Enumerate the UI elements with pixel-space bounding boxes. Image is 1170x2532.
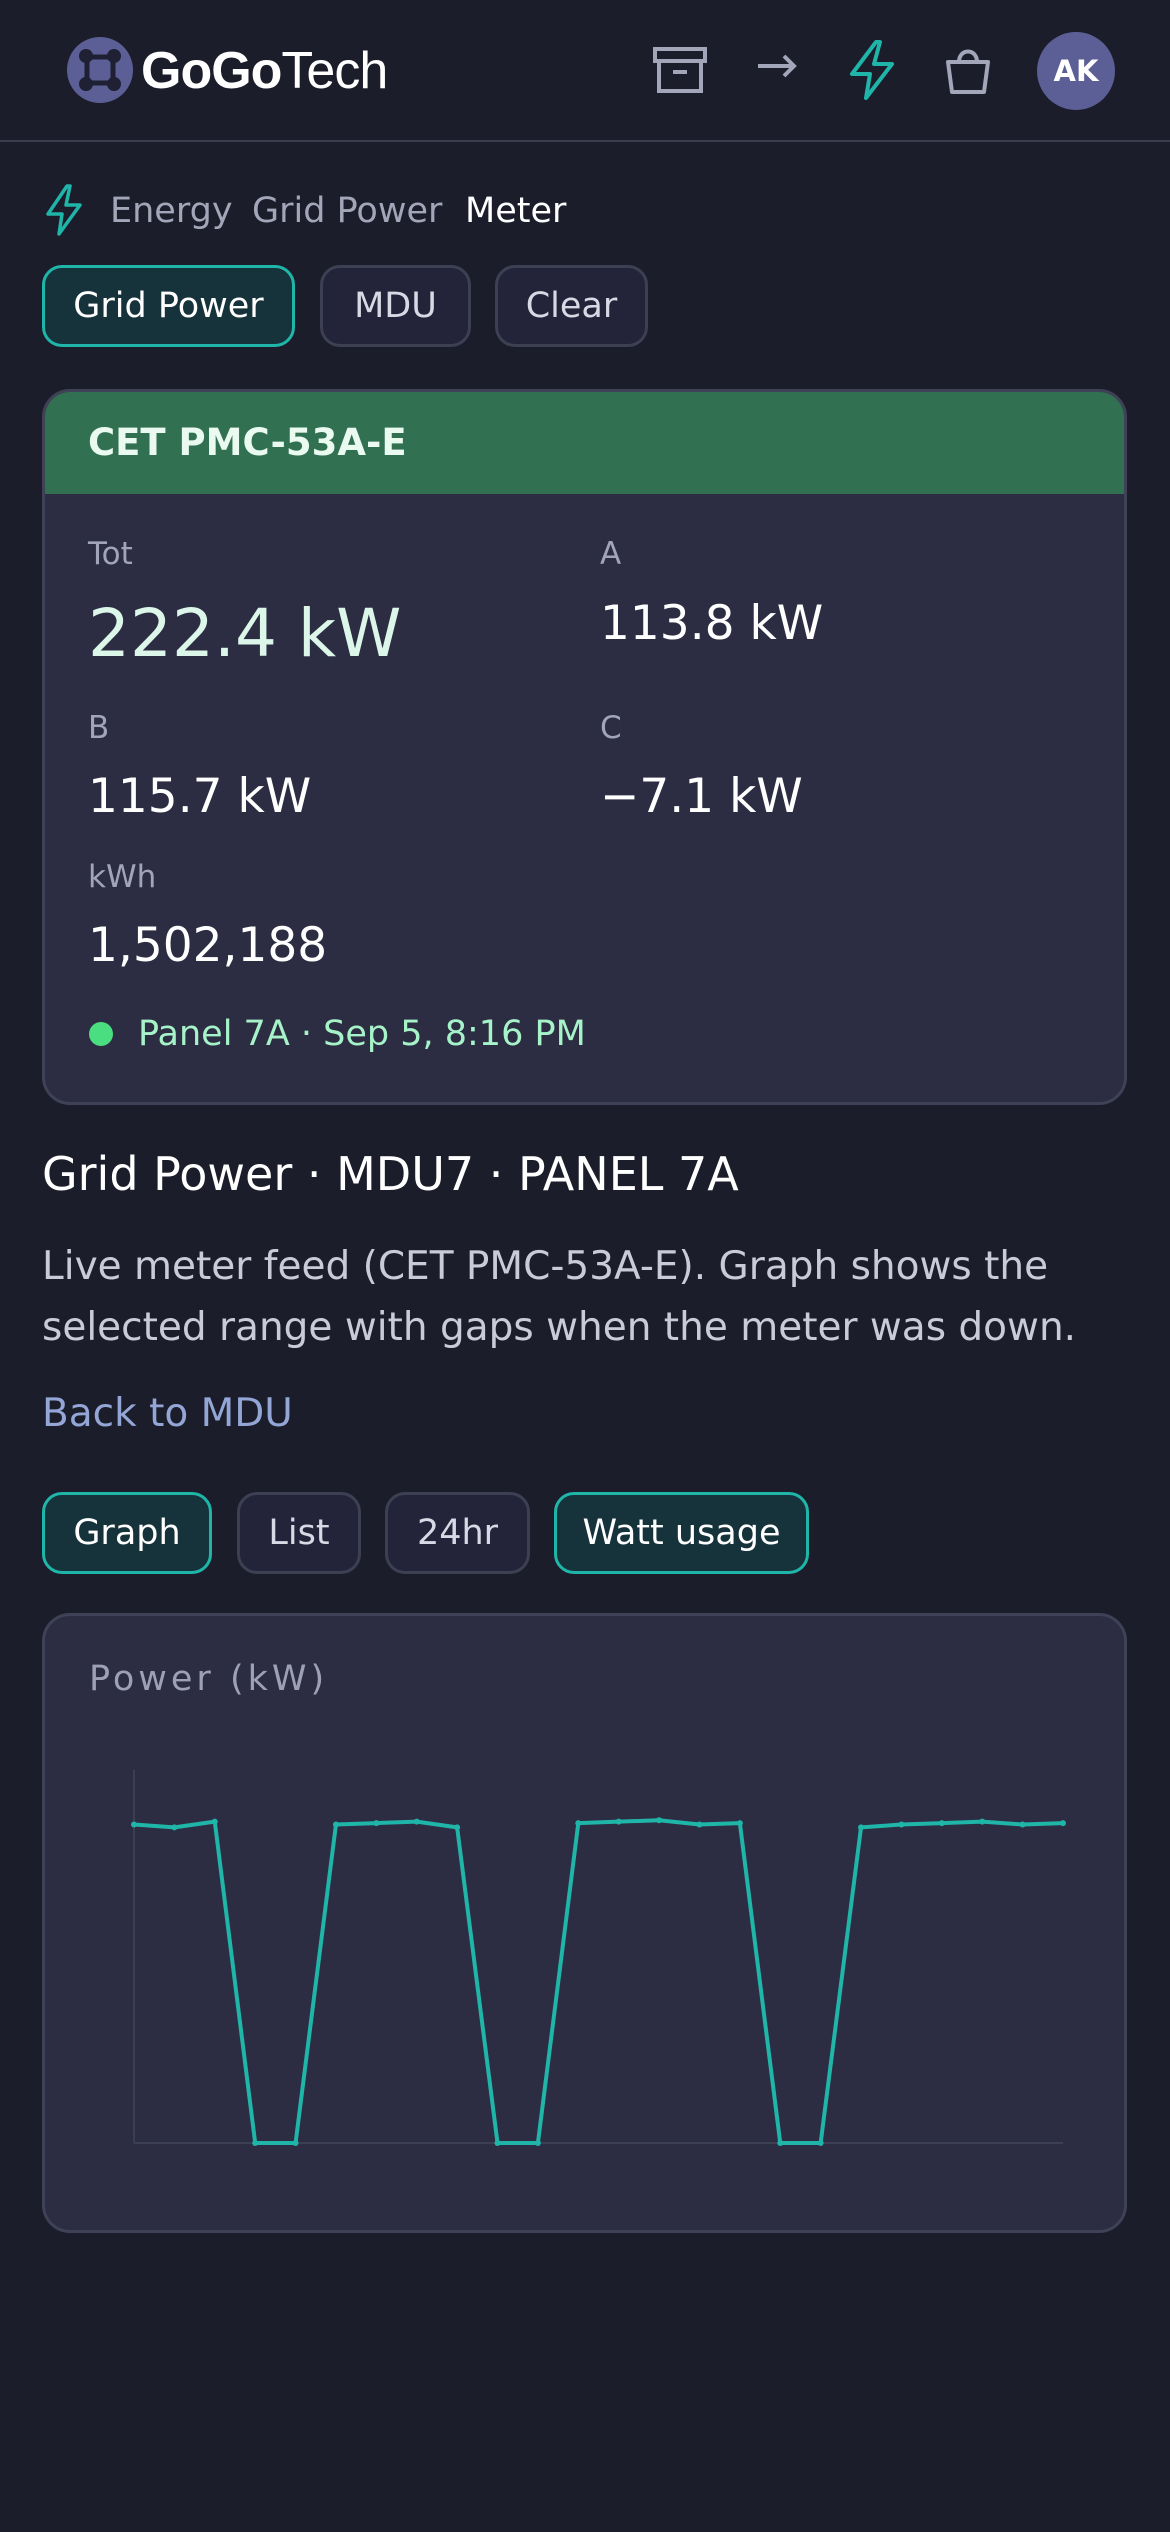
brand-name-regular: Tech [281, 42, 388, 100]
arrow-right-icon[interactable] [748, 40, 808, 100]
total-label: Tot [88, 536, 133, 572]
chart-point [898, 1821, 905, 1828]
phase-b-label: B [88, 710, 110, 746]
metric-watt-usage-button[interactable]: Watt usage [554, 1492, 809, 1574]
chart-card: Power (kW) [42, 1613, 1127, 2233]
chart-series-line [133, 1818, 1064, 2145]
chart-point [777, 2140, 784, 2146]
status-dot-icon [89, 1022, 113, 1046]
chart-point [252, 2140, 259, 2146]
phase-a-label: A [600, 536, 622, 572]
chart-point [292, 2140, 299, 2146]
section-description: Live meter feed (CET PMC-53A-E). Graph s… [42, 1244, 1077, 1350]
filter-mdu-button[interactable]: MDU [320, 265, 471, 347]
chart-point [696, 1821, 703, 1828]
filter-clear-button[interactable]: Clear [495, 265, 648, 347]
phase-a-value: 113.8 kW [600, 596, 824, 651]
chart-point [575, 1820, 582, 1827]
section-title: Grid Power · MDU7 · PANEL 7A [42, 1147, 739, 1201]
archive-icon[interactable] [650, 40, 710, 100]
range-24hr-button[interactable]: 24hr [385, 1492, 530, 1574]
meter-card-header: CET PMC-53A-E [45, 392, 1124, 494]
filter-grid-power-button[interactable]: Grid Power [42, 265, 295, 347]
chart-point [1060, 1820, 1066, 1827]
bolt-icon[interactable] [842, 40, 902, 100]
back-to-mdu-link[interactable]: Back to MDU [42, 1388, 293, 1440]
total-value: 222.4 kW [88, 595, 402, 672]
breadcrumb-energy[interactable]: Energy [110, 188, 233, 234]
breadcrumb-meter: Meter [465, 191, 567, 231]
kwh-label: kWh [88, 859, 157, 895]
chart-point [494, 2140, 501, 2146]
chart-point [373, 1820, 380, 1827]
chart-point [858, 1824, 865, 1831]
logo-icon [67, 37, 133, 103]
view-list-button[interactable]: List [237, 1492, 361, 1574]
breadcrumb-bolt-icon [46, 184, 82, 236]
brand-name-bold: GoGo [141, 42, 282, 100]
chart-point [615, 1818, 622, 1825]
meter-card: CET PMC-53A-E Tot 222.4 kW A 113.8 kW B … [42, 389, 1127, 1105]
shopping-bag-icon[interactable] [938, 40, 998, 100]
phase-c-value: −7.1 kW [600, 769, 803, 824]
status-text: Panel 7A · Sep 5, 8:16 PM [138, 1014, 586, 1054]
power-chart[interactable] [45, 1616, 1124, 2230]
chart-point [817, 2140, 824, 2146]
chart-point [1019, 1821, 1026, 1828]
breadcrumb-grid-power[interactable]: Grid Power [252, 188, 442, 234]
avatar[interactable]: AK [1037, 32, 1115, 110]
chart-point [211, 1818, 218, 1825]
chart-point [332, 1821, 339, 1828]
meter-model-title: CET PMC-53A-E [88, 421, 407, 464]
phase-c-label: C [600, 710, 622, 746]
chart-point [534, 2140, 541, 2146]
kwh-value: 1,502,188 [88, 918, 328, 973]
chart-point [979, 1818, 986, 1825]
chart-point [454, 1824, 461, 1831]
view-graph-button[interactable]: Graph [42, 1492, 212, 1574]
phase-b-value: 115.7 kW [88, 769, 312, 824]
brand-name[interactable]: GoGoTech [141, 36, 388, 106]
chart-point [131, 1821, 137, 1828]
app-header: GoGoTech AK [0, 0, 1170, 142]
chart-point [413, 1818, 420, 1825]
chart-point [171, 1824, 178, 1831]
chart-point [656, 1817, 663, 1824]
chart-point [938, 1820, 945, 1827]
chart-point [736, 1820, 743, 1827]
